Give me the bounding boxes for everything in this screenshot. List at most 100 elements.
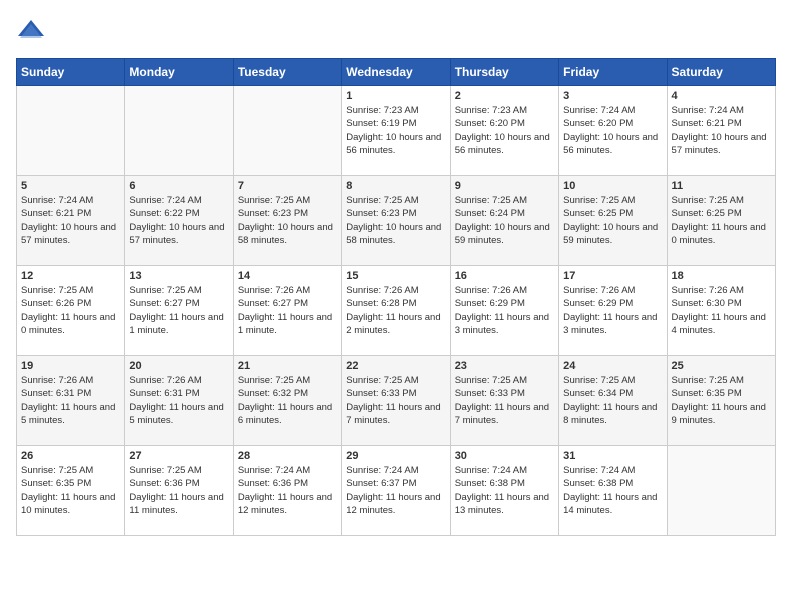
day-cell: 21 Sunrise: 7:25 AM Sunset: 6:32 PM Dayli… xyxy=(233,356,341,446)
day-number: 30 xyxy=(455,450,554,462)
day-number: 29 xyxy=(346,450,445,462)
day-info: Sunrise: 7:24 AM Sunset: 6:38 PM Dayligh… xyxy=(455,464,554,517)
day-number: 3 xyxy=(563,90,662,102)
day-info: Sunrise: 7:25 AM Sunset: 6:35 PM Dayligh… xyxy=(21,464,120,517)
day-info: Sunrise: 7:25 AM Sunset: 6:32 PM Dayligh… xyxy=(238,374,337,427)
weekday-header-friday: Friday xyxy=(559,59,667,86)
day-info: Sunrise: 7:25 AM Sunset: 6:24 PM Dayligh… xyxy=(455,194,554,247)
day-cell xyxy=(667,446,775,536)
weekday-header-sunday: Sunday xyxy=(17,59,125,86)
day-cell: 11 Sunrise: 7:25 AM Sunset: 6:25 PM Dayli… xyxy=(667,176,775,266)
day-info: Sunrise: 7:26 AM Sunset: 6:28 PM Dayligh… xyxy=(346,284,445,337)
day-cell: 13 Sunrise: 7:25 AM Sunset: 6:27 PM Dayli… xyxy=(125,266,233,356)
week-row-1: 1 Sunrise: 7:23 AM Sunset: 6:19 PM Daylig… xyxy=(17,86,776,176)
day-cell: 27Sunrise: 7:25 AM Sunset: 6:36 PM Dayli… xyxy=(125,446,233,536)
weekday-header-thursday: Thursday xyxy=(450,59,558,86)
day-number: 13 xyxy=(129,270,228,282)
day-info: Sunrise: 7:25 AM Sunset: 6:34 PM Dayligh… xyxy=(563,374,662,427)
day-number: 20 xyxy=(129,360,228,372)
day-info: Sunrise: 7:25 AM Sunset: 6:35 PM Dayligh… xyxy=(672,374,771,427)
day-number: 12 xyxy=(21,270,120,282)
week-row-2: 5Sunrise: 7:24 AM Sunset: 6:21 PM Daylig… xyxy=(17,176,776,266)
day-info: Sunrise: 7:26 AM Sunset: 6:31 PM Dayligh… xyxy=(21,374,120,427)
day-number: 10 xyxy=(563,180,662,192)
weekday-header-saturday: Saturday xyxy=(667,59,775,86)
day-number: 21 xyxy=(238,360,337,372)
day-info: Sunrise: 7:25 AM Sunset: 6:25 PM Dayligh… xyxy=(672,194,771,247)
day-cell xyxy=(125,86,233,176)
day-info: Sunrise: 7:24 AM Sunset: 6:37 PM Dayligh… xyxy=(346,464,445,517)
day-number: 25 xyxy=(672,360,771,372)
day-number: 11 xyxy=(672,180,771,192)
day-number: 6 xyxy=(129,180,228,192)
day-cell: 16Sunrise: 7:26 AM Sunset: 6:29 PM Dayli… xyxy=(450,266,558,356)
day-info: Sunrise: 7:24 AM Sunset: 6:22 PM Dayligh… xyxy=(129,194,228,247)
day-number: 26 xyxy=(21,450,120,462)
day-number: 19 xyxy=(21,360,120,372)
day-cell: 24 Sunrise: 7:25 AM Sunset: 6:34 PM Dayli… xyxy=(559,356,667,446)
day-cell: 14 Sunrise: 7:26 AM Sunset: 6:27 PM Dayli… xyxy=(233,266,341,356)
day-number: 1 xyxy=(346,90,445,102)
day-info: Sunrise: 7:24 AM Sunset: 6:38 PM Dayligh… xyxy=(563,464,662,517)
day-info: Sunrise: 7:24 AM Sunset: 6:21 PM Dayligh… xyxy=(21,194,120,247)
day-info: Sunrise: 7:24 AM Sunset: 6:21 PM Dayligh… xyxy=(672,104,771,157)
day-cell: 6 Sunrise: 7:24 AM Sunset: 6:22 PM Daylig… xyxy=(125,176,233,266)
day-info: Sunrise: 7:26 AM Sunset: 6:27 PM Dayligh… xyxy=(238,284,337,337)
day-info: Sunrise: 7:25 AM Sunset: 6:23 PM Dayligh… xyxy=(238,194,337,247)
day-info: Sunrise: 7:23 AM Sunset: 6:19 PM Dayligh… xyxy=(346,104,445,157)
day-number: 31 xyxy=(563,450,662,462)
day-info: Sunrise: 7:25 AM Sunset: 6:25 PM Dayligh… xyxy=(563,194,662,247)
day-cell: 29 Sunrise: 7:24 AM Sunset: 6:37 PM Dayli… xyxy=(342,446,450,536)
day-cell: 3 Sunrise: 7:24 AM Sunset: 6:20 PM Daylig… xyxy=(559,86,667,176)
calendar-table: SundayMondayTuesdayWednesdayThursdayFrid… xyxy=(16,58,776,536)
week-row-4: 19 Sunrise: 7:26 AM Sunset: 6:31 PM Dayli… xyxy=(17,356,776,446)
day-cell: 20 Sunrise: 7:26 AM Sunset: 6:31 PM Dayli… xyxy=(125,356,233,446)
day-cell: 26 Sunrise: 7:25 AM Sunset: 6:35 PM Dayli… xyxy=(17,446,125,536)
day-cell xyxy=(233,86,341,176)
weekday-header-monday: Monday xyxy=(125,59,233,86)
day-cell: 18Sunrise: 7:26 AM Sunset: 6:30 PM Dayli… xyxy=(667,266,775,356)
day-info: Sunrise: 7:25 AM Sunset: 6:36 PM Dayligh… xyxy=(129,464,228,517)
day-number: 23 xyxy=(455,360,554,372)
day-cell: 28Sunrise: 7:24 AM Sunset: 6:36 PM Dayli… xyxy=(233,446,341,536)
day-number: 15 xyxy=(346,270,445,282)
day-info: Sunrise: 7:25 AM Sunset: 6:23 PM Dayligh… xyxy=(346,194,445,247)
day-cell: 22 Sunrise: 7:25 AM Sunset: 6:33 PM Dayli… xyxy=(342,356,450,446)
page-header xyxy=(16,16,776,46)
day-cell: 23 Sunrise: 7:25 AM Sunset: 6:33 PM Dayli… xyxy=(450,356,558,446)
day-info: Sunrise: 7:25 AM Sunset: 6:33 PM Dayligh… xyxy=(346,374,445,427)
day-info: Sunrise: 7:25 AM Sunset: 6:33 PM Dayligh… xyxy=(455,374,554,427)
day-cell: 25 Sunrise: 7:25 AM Sunset: 6:35 PM Dayli… xyxy=(667,356,775,446)
day-info: Sunrise: 7:23 AM Sunset: 6:20 PM Dayligh… xyxy=(455,104,554,157)
day-number: 8 xyxy=(346,180,445,192)
day-info: Sunrise: 7:25 AM Sunset: 6:27 PM Dayligh… xyxy=(129,284,228,337)
day-cell: 7Sunrise: 7:25 AM Sunset: 6:23 PM Daylig… xyxy=(233,176,341,266)
day-info: Sunrise: 7:26 AM Sunset: 6:29 PM Dayligh… xyxy=(455,284,554,337)
logo-icon xyxy=(16,16,46,46)
day-cell: 19 Sunrise: 7:26 AM Sunset: 6:31 PM Dayli… xyxy=(17,356,125,446)
week-row-3: 12 Sunrise: 7:25 AM Sunset: 6:26 PM Dayli… xyxy=(17,266,776,356)
weekday-header-wednesday: Wednesday xyxy=(342,59,450,86)
day-number: 28 xyxy=(238,450,337,462)
day-number: 9 xyxy=(455,180,554,192)
day-cell: 9 Sunrise: 7:25 AM Sunset: 6:24 PM Daylig… xyxy=(450,176,558,266)
day-cell xyxy=(17,86,125,176)
week-row-5: 26 Sunrise: 7:25 AM Sunset: 6:35 PM Dayli… xyxy=(17,446,776,536)
day-cell: 31 Sunrise: 7:24 AM Sunset: 6:38 PM Dayli… xyxy=(559,446,667,536)
day-cell: 12 Sunrise: 7:25 AM Sunset: 6:26 PM Dayli… xyxy=(17,266,125,356)
day-number: 24 xyxy=(563,360,662,372)
day-number: 22 xyxy=(346,360,445,372)
day-number: 14 xyxy=(238,270,337,282)
day-number: 4 xyxy=(672,90,771,102)
day-info: Sunrise: 7:26 AM Sunset: 6:30 PM Dayligh… xyxy=(672,284,771,337)
day-cell: 5Sunrise: 7:24 AM Sunset: 6:21 PM Daylig… xyxy=(17,176,125,266)
day-info: Sunrise: 7:26 AM Sunset: 6:29 PM Dayligh… xyxy=(563,284,662,337)
logo xyxy=(16,16,50,46)
day-info: Sunrise: 7:25 AM Sunset: 6:26 PM Dayligh… xyxy=(21,284,120,337)
day-cell: 4 Sunrise: 7:24 AM Sunset: 6:21 PM Daylig… xyxy=(667,86,775,176)
day-cell: 8 Sunrise: 7:25 AM Sunset: 6:23 PM Daylig… xyxy=(342,176,450,266)
weekday-header-row: SundayMondayTuesdayWednesdayThursdayFrid… xyxy=(17,59,776,86)
day-info: Sunrise: 7:26 AM Sunset: 6:31 PM Dayligh… xyxy=(129,374,228,427)
day-cell: 2Sunrise: 7:23 AM Sunset: 6:20 PM Daylig… xyxy=(450,86,558,176)
day-info: Sunrise: 7:24 AM Sunset: 6:20 PM Dayligh… xyxy=(563,104,662,157)
